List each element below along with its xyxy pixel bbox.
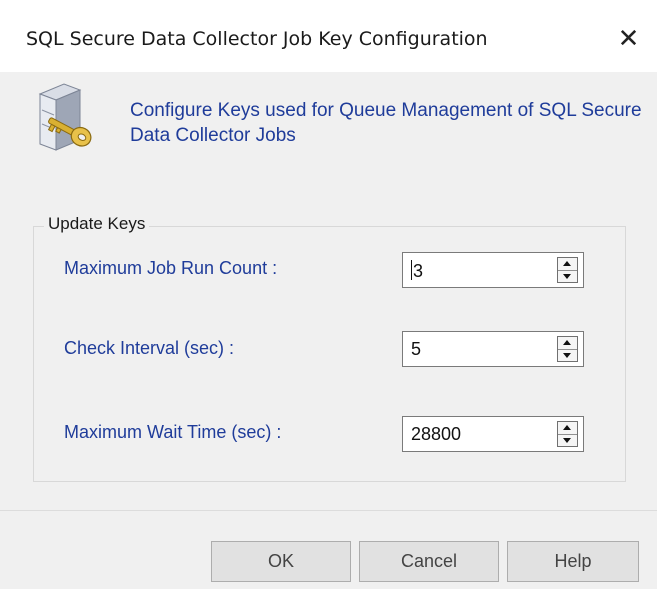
arrow-down-icon xyxy=(563,274,571,279)
help-button[interactable]: Help xyxy=(507,541,639,582)
arrow-down-icon xyxy=(563,353,571,358)
close-icon: ✕ xyxy=(617,24,640,54)
title-bar[interactable]: SQL Secure Data Collector Job Key Config… xyxy=(0,0,657,72)
spin-down-button[interactable] xyxy=(558,434,577,446)
max-job-run-count-stepper[interactable]: 3 xyxy=(402,252,584,288)
max-wait-time-spin-buttons xyxy=(557,421,578,447)
arrow-down-icon xyxy=(563,438,571,443)
max-wait-time-value: 28800 xyxy=(411,424,462,444)
max-wait-time-stepper[interactable]: 28800 xyxy=(402,416,584,452)
button-bar: OK Cancel Help xyxy=(0,510,657,589)
spin-down-button[interactable] xyxy=(558,270,577,282)
job-key-config-dialog: SQL Secure Data Collector Job Key Config… xyxy=(0,0,657,589)
check-interval-spin-buttons xyxy=(557,336,578,362)
update-keys-group: Update Keys Maximum Job Run Count : 3 Ch… xyxy=(33,214,626,482)
spin-down-button[interactable] xyxy=(558,349,577,361)
server-key-icon xyxy=(20,80,124,164)
dialog-body: Configure Keys used for Queue Management… xyxy=(0,72,657,510)
max-job-run-count-spin-buttons xyxy=(557,257,578,283)
max-wait-time-label: Maximum Wait Time (sec) : xyxy=(64,422,282,442)
max-job-run-count-value: 3 xyxy=(411,260,424,281)
window-title: SQL Secure Data Collector Job Key Config… xyxy=(26,28,488,50)
check-interval-label: Check Interval (sec) : xyxy=(64,338,235,358)
arrow-up-icon xyxy=(563,425,571,430)
ok-button[interactable]: OK xyxy=(211,541,351,582)
cancel-button[interactable]: Cancel xyxy=(359,541,499,582)
close-button[interactable]: ✕ xyxy=(600,14,657,64)
arrow-up-icon xyxy=(563,261,571,266)
check-interval-stepper[interactable]: 5 xyxy=(402,331,584,367)
max-job-run-count-label: Maximum Job Run Count : xyxy=(64,258,278,278)
arrow-up-icon xyxy=(563,340,571,345)
header-description: Configure Keys used for Queue Management… xyxy=(130,100,642,146)
check-interval-value: 5 xyxy=(411,339,422,359)
update-keys-legend: Update Keys xyxy=(44,214,150,234)
text-cursor xyxy=(411,260,412,280)
